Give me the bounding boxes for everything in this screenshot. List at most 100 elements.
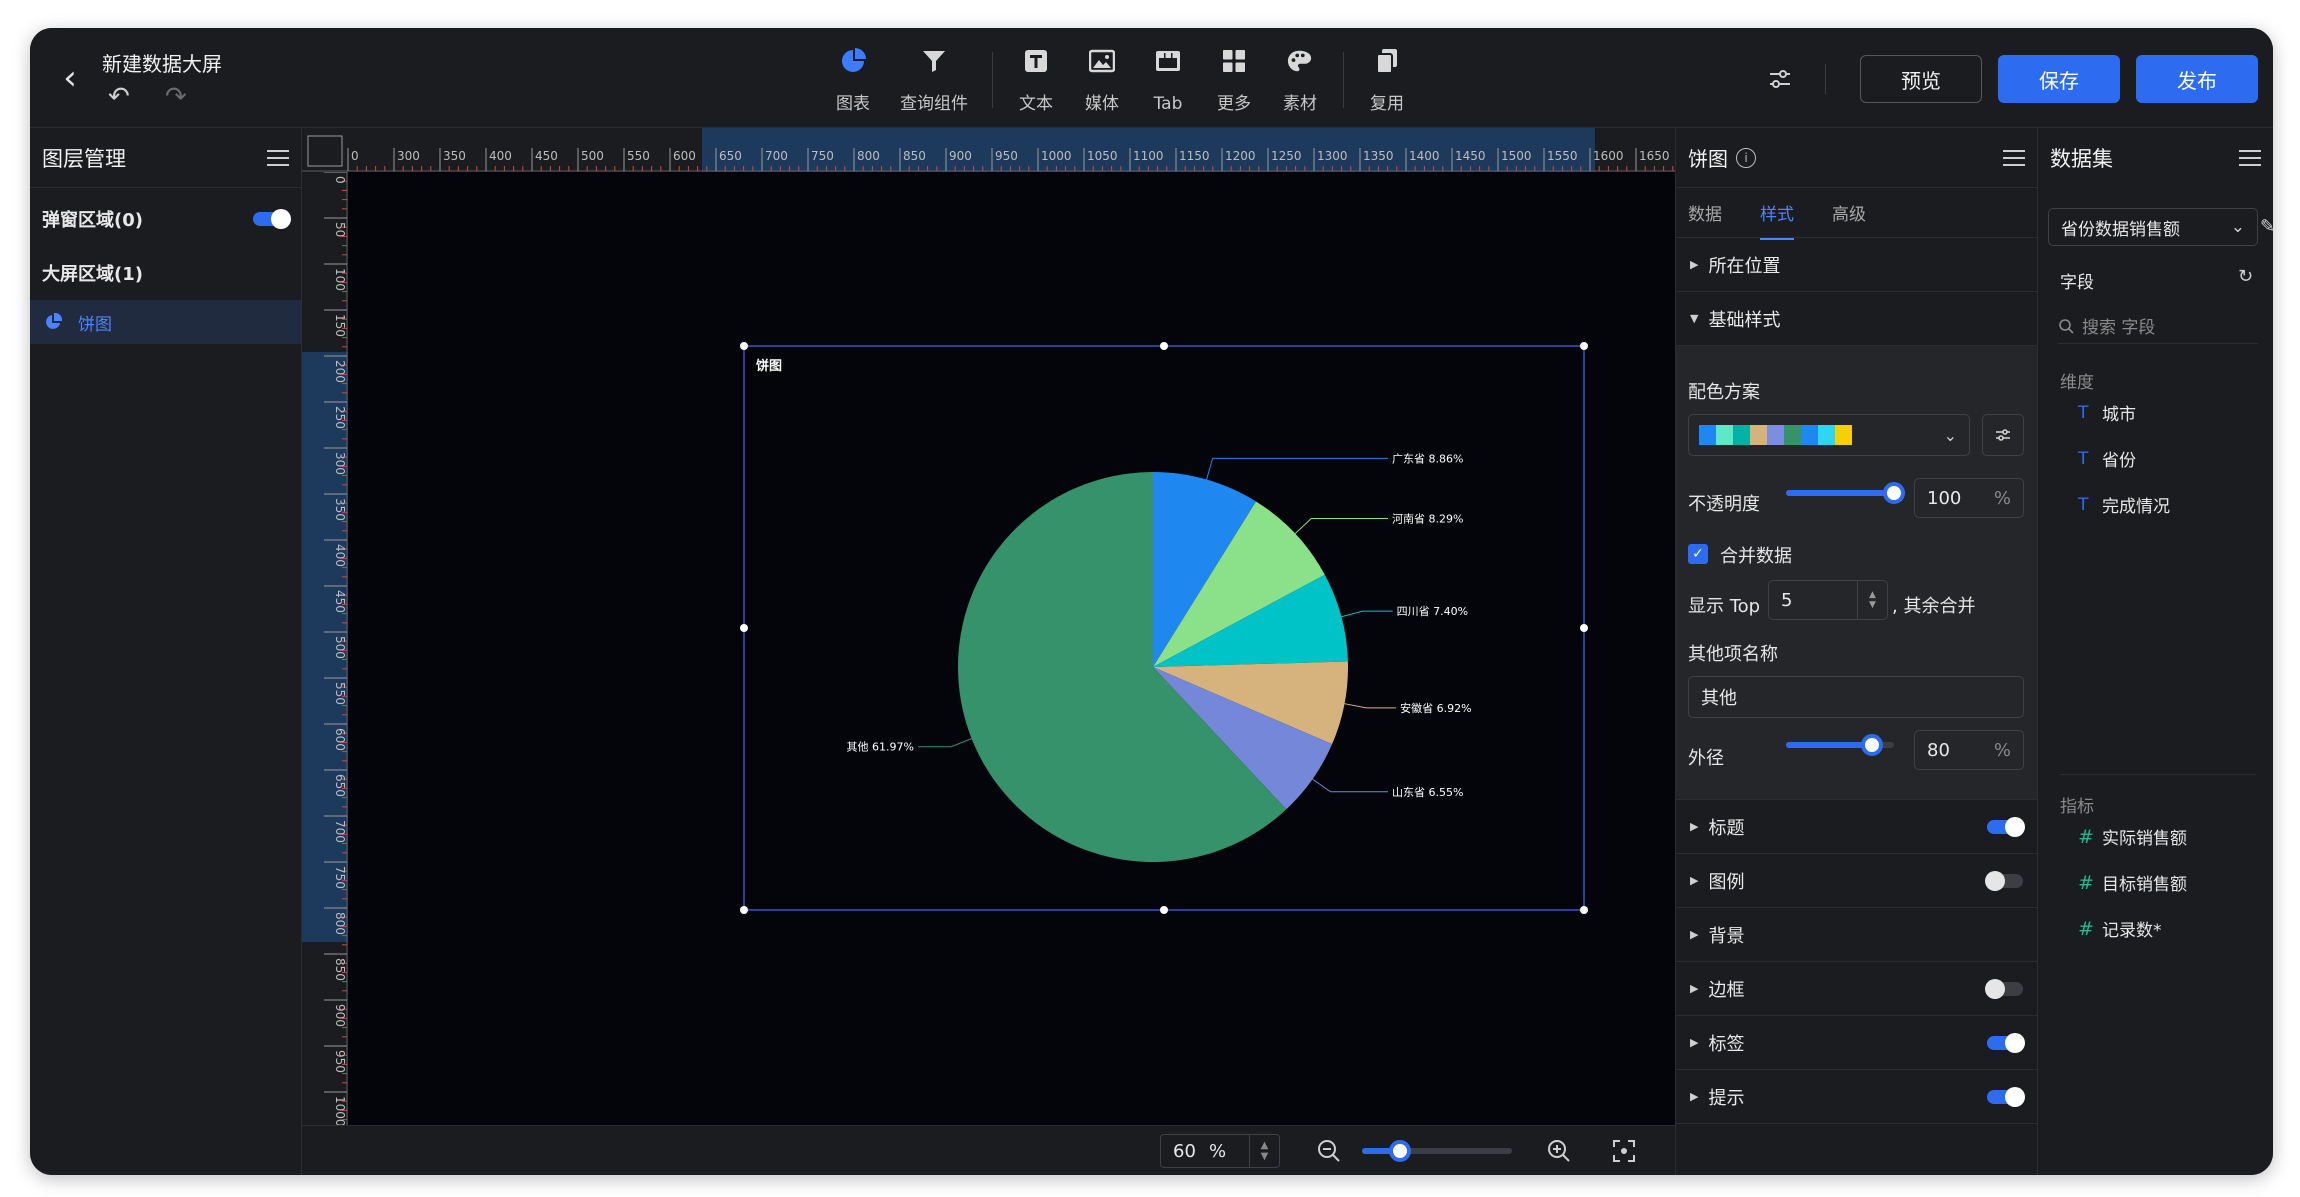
canvas-stage[interactable]: 饼图 广东省 8.86% 河南省 8.29% 四川省 7.40% 安徽省 6.92% 山东… [348,172,1675,1125]
ruler-tick-label: 1350 [1363,149,1394,163]
outer-radius-slider-fill [1786,742,1873,748]
tool-query[interactable]: 查询组件 [886,44,982,116]
tool-label: 查询组件 [900,94,968,114]
menu-icon[interactable] [2003,149,2025,166]
section-legend[interactable]: ▶ 图例 [1676,854,2037,908]
refresh-icon[interactable]: ↻ [2238,266,2253,287]
fields-label: 字段 [2060,273,2094,293]
title-toggle[interactable] [1987,816,2025,837]
stepper-arrows[interactable]: ▲ ▼ [1857,581,1887,619]
top-prefix-label: 显示 Top [1688,596,1761,617]
undo-icon[interactable]: ↶ [108,82,130,112]
color-swatches [1699,425,1852,445]
measure-field[interactable]: # 目标销售额 [2078,870,2187,896]
section-border[interactable]: ▶ 边框 [1676,962,2037,1016]
field-label: 实际销售额 [2102,829,2187,849]
tool-reuse[interactable]: 复用 [1354,44,1420,116]
opacity-slider-handle[interactable] [1883,482,1905,504]
zoom-slider[interactable] [1362,1140,1512,1162]
tool-chart[interactable]: 图表 [820,44,886,116]
top-n-stepper[interactable]: 5 ▲ ▼ [1768,580,1888,620]
popup-area-toggle[interactable] [253,209,291,229]
resize-handle[interactable] [740,906,748,914]
ruler-tick-label: 350 [443,149,466,163]
redo-icon[interactable]: ↷ [165,82,187,112]
tool-tab[interactable]: Tab [1135,44,1201,116]
field-search[interactable]: 搜索 字段 [2058,308,2258,344]
tool-media[interactable]: 媒体 [1069,44,1135,116]
layer-panel-title: 图层管理 [42,146,126,171]
dataset-selected: 省份数据销售额 [2061,219,2180,240]
pie-slice-label: 其他 61.97% [847,741,914,754]
text-type-icon: T [2078,402,2089,423]
tab-advanced[interactable]: 高级 [1832,200,1866,225]
tool-assets[interactable]: 素材 [1267,44,1333,116]
dimension-field[interactable]: T 省份 [2078,446,2136,472]
section-basic-style[interactable]: ▼ 基础样式 [1676,292,2037,346]
menu-icon[interactable] [2239,150,2261,166]
publish-button[interactable]: 发布 [2136,55,2258,103]
ruler-tick-label: 600 [673,149,696,163]
tooltip-toggle[interactable] [1987,1086,2025,1107]
resize-handle[interactable] [740,342,748,350]
info-icon[interactable]: i [1736,147,1756,168]
edit-icon[interactable]: ✎ [2260,216,2273,237]
ruler-tick-label: 1250 [1271,149,1302,163]
border-toggle[interactable] [1985,978,2023,999]
save-button[interactable]: 保存 [1998,55,2120,103]
resize-handle[interactable] [1160,906,1168,914]
zoom-slider-handle[interactable] [1388,1140,1411,1162]
resize-handle[interactable] [1580,624,1588,632]
fit-screen-icon[interactable] [1612,1139,1636,1167]
preview-button[interactable]: 预览 [1860,55,1982,103]
dimension-field[interactable]: T 城市 [2078,400,2136,426]
label-toggle[interactable] [1987,1032,2025,1053]
opacity-slider[interactable] [1786,482,1905,504]
resize-handle[interactable] [1580,342,1588,350]
ruler-corner-icon[interactable] [307,135,343,167]
opacity-input[interactable]: 100 % [1914,478,2024,518]
section-position[interactable]: ▶ 所在位置 [1676,238,2037,292]
zoom-out-icon[interactable] [1317,1139,1341,1167]
color-scheme-select[interactable]: ⌄ [1688,414,1970,456]
zoom-in-icon[interactable] [1547,1139,1571,1167]
back-icon[interactable]: ‹ [50,58,90,98]
outer-radius-label: 外径 [1688,748,1724,769]
measure-field[interactable]: # 实际销售额 [2078,824,2187,850]
resize-handle[interactable] [740,624,748,632]
tab-style[interactable]: 样式 [1760,200,1794,240]
label-leader-line [918,738,972,748]
divider [2060,774,2256,775]
outer-radius-input[interactable]: 80 % [1914,730,2024,770]
tool-text[interactable]: 文本 [1003,44,1069,116]
section-background[interactable]: ▶ 背景 [1676,908,2037,962]
zoom-input[interactable]: 60 % ▲ ▼ [1160,1134,1280,1168]
resize-handle[interactable] [1160,342,1168,350]
palette-settings-button[interactable] [1982,414,2024,456]
outer-radius-slider[interactable] [1786,734,1894,756]
settings-sliders-icon[interactable] [1765,64,1795,94]
caret-right-icon: ▶ [1690,1090,1699,1103]
ruler-tick-label: 150 [333,314,347,337]
section-label[interactable]: ▶ 标签 [1676,1016,2037,1070]
layer-item-pie[interactable]: 饼图 [30,300,301,344]
tab-data[interactable]: 数据 [1688,200,1722,225]
merge-data-checkbox[interactable]: ✓ [1688,544,1708,564]
dimension-field[interactable]: T 完成情况 [2078,492,2170,518]
tool-label: Tab [1153,94,1183,114]
section-tooltip[interactable]: ▶ 提示 [1676,1070,2037,1124]
outer-radius-slider-handle[interactable] [1861,734,1884,756]
pie-widget[interactable]: 饼图广东省 8.86% 河南省 8.29% 四川省 7.40% 安徽省 6.92% 山东… [348,172,1675,1125]
menu-icon[interactable] [267,149,289,166]
section-title[interactable]: ▶ 标题 [1676,800,2037,854]
ruler-tick-label: 450 [333,590,347,613]
other-name-input[interactable]: 其他 [1688,676,2024,718]
dataset-select[interactable]: 省份数据销售额 ⌄ [2048,208,2258,246]
color-swatch [1733,425,1750,445]
measure-field[interactable]: # 记录数* [2078,916,2162,942]
top-bar: ‹ 新建数据大屏 ↶ ↷ 图表 查询组件 文本 媒体 Tab 更多 素材 复用 … [30,28,2273,128]
resize-handle[interactable] [1580,906,1588,914]
zoom-stepper[interactable]: ▲ ▼ [1249,1135,1279,1167]
legend-toggle[interactable] [1985,870,2023,891]
tool-more[interactable]: 更多 [1201,44,1267,116]
